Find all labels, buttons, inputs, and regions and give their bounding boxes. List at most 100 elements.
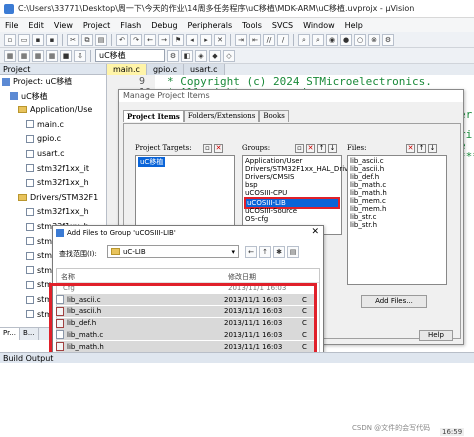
target-options-icon[interactable]: ⚙: [167, 49, 179, 62]
file-item[interactable]: lib_def.h: [350, 173, 379, 181]
cut-icon[interactable]: ✂: [67, 33, 79, 46]
group-item[interactable]: Drivers/CMSIS: [245, 173, 294, 181]
group-new-icon[interactable]: ▫: [295, 144, 304, 153]
files-list[interactable]: lib_ascii.c lib_ascii.h lib_def.h lib_ma…: [347, 155, 447, 285]
tab-books-dlg[interactable]: Books: [259, 110, 289, 122]
file-move-up-icon[interactable]: ↑: [417, 144, 426, 153]
tab-folders-extensions[interactable]: Folders/Extensions: [183, 110, 260, 122]
menu-flash[interactable]: Flash: [115, 21, 146, 30]
copy-icon[interactable]: ⧉: [81, 33, 93, 46]
back-icon[interactable]: ←: [245, 246, 257, 258]
find-icon[interactable]: ⌕: [312, 33, 324, 46]
menu-svcs[interactable]: SVCS: [267, 21, 298, 30]
tree-file[interactable]: usart.c: [26, 149, 65, 158]
open-file-icon[interactable]: ▭: [18, 33, 30, 46]
tab-gpio-c[interactable]: gpio.c: [146, 64, 185, 75]
unindent-icon[interactable]: ⇤: [249, 33, 261, 46]
tree-root[interactable]: Project: uC移植: [2, 76, 72, 87]
menu-view[interactable]: View: [49, 21, 78, 30]
run-time-env-icon[interactable]: ◇: [223, 49, 235, 62]
up-folder-icon[interactable]: ↑: [259, 246, 271, 258]
stop-build-icon[interactable]: ■: [60, 49, 72, 62]
tab-project-items[interactable]: Project Items: [123, 110, 184, 122]
group-move-down-icon[interactable]: ↓: [328, 144, 337, 153]
file-item[interactable]: lib_str.h: [350, 221, 377, 229]
group-item[interactable]: uCOSIII-Source: [245, 207, 297, 215]
file-item[interactable]: lib_mem.h: [350, 205, 386, 213]
group-item[interactable]: uCOSIII-CPU: [245, 189, 287, 197]
file-item[interactable]: lib_mem.c: [350, 197, 386, 205]
nav-forward-icon[interactable]: →: [158, 33, 170, 46]
comment-icon[interactable]: //: [263, 33, 275, 46]
target-item[interactable]: uC移植: [138, 157, 166, 167]
debug-session-icon[interactable]: ◉: [326, 33, 338, 46]
redo-icon[interactable]: ↷: [130, 33, 142, 46]
breakpoint-icon[interactable]: ●: [340, 33, 352, 46]
tab-books[interactable]: B...: [20, 328, 39, 340]
next-bookmark-icon[interactable]: ▸: [200, 33, 212, 46]
file-delete-icon[interactable]: ✕: [406, 144, 415, 153]
prev-bookmark-icon[interactable]: ◂: [186, 33, 198, 46]
chevron-down-icon[interactable]: ▾: [231, 248, 235, 256]
file-item[interactable]: lib_ascii.h: [350, 165, 384, 173]
tree-file[interactable]: stm32f1xx_it: [26, 164, 89, 173]
menu-tools[interactable]: Tools: [237, 21, 267, 30]
save-all-icon[interactable]: ▪: [46, 33, 58, 46]
file-item[interactable]: lib_str.c: [350, 213, 377, 221]
tree-file[interactable]: gpio.c: [26, 134, 61, 143]
view-menu-icon[interactable]: ▤: [287, 246, 299, 258]
tree-file[interactable]: main.c: [26, 120, 64, 129]
menu-debug[interactable]: Debug: [146, 21, 182, 30]
tab-main-c[interactable]: main.c: [107, 64, 147, 75]
undo-icon[interactable]: ↶: [116, 33, 128, 46]
menu-file[interactable]: File: [0, 21, 23, 30]
tree-folder[interactable]: Application/Use: [18, 105, 92, 114]
build-icon[interactable]: ▦: [18, 49, 30, 62]
group-item[interactable]: Application/User: [245, 157, 302, 165]
new-folder-icon[interactable]: ✱: [273, 246, 285, 258]
download-icon[interactable]: ⇩: [74, 49, 86, 62]
target-new-icon[interactable]: ▫: [203, 144, 212, 153]
nav-back-icon[interactable]: ←: [144, 33, 156, 46]
tree-file[interactable]: stm32f1xx_h: [26, 207, 89, 216]
file-item[interactable]: lib_ascii.c: [350, 157, 384, 165]
tab-project[interactable]: Pr...: [0, 328, 21, 340]
uncomment-icon[interactable]: /: [277, 33, 289, 46]
column-header-name[interactable]: 名称: [61, 272, 75, 282]
target-delete-icon[interactable]: ✕: [214, 144, 223, 153]
menu-edit[interactable]: Edit: [23, 21, 49, 30]
rebuild-icon[interactable]: ▦: [32, 49, 44, 62]
group-delete-icon[interactable]: ✕: [306, 144, 315, 153]
translate-icon[interactable]: ▦: [4, 49, 16, 62]
paste-icon[interactable]: ▤: [95, 33, 107, 46]
clear-bookmarks-icon[interactable]: ✕: [214, 33, 226, 46]
lookin-select[interactable]: uC-LIB ▾: [107, 245, 239, 258]
menu-peripherals[interactable]: Peripherals: [183, 21, 238, 30]
help-button[interactable]: Help: [419, 330, 453, 341]
menu-project[interactable]: Project: [78, 21, 115, 30]
new-file-icon[interactable]: ▫: [4, 33, 16, 46]
configure-icon[interactable]: ⚙: [382, 33, 394, 46]
manage-items-icon[interactable]: ◈: [195, 49, 207, 62]
target-select[interactable]: uC移植: [95, 49, 165, 62]
batch-build-icon[interactable]: ▦: [46, 49, 58, 62]
menu-window[interactable]: Window: [298, 21, 340, 30]
add-files-button[interactable]: Add Files...: [361, 295, 427, 308]
bookmark-icon[interactable]: ⚑: [172, 33, 184, 46]
menu-help[interactable]: Help: [340, 21, 368, 30]
tree-file[interactable]: stm32f1xx_h: [26, 178, 89, 187]
find-in-files-icon[interactable]: ⌕: [298, 33, 310, 46]
groups-list[interactable]: Application/User Drivers/STM32F1xx_HAL_D…: [242, 155, 355, 235]
tree-folder[interactable]: Drivers/STM32F1: [18, 193, 98, 202]
group-item[interactable]: bsp: [245, 181, 258, 189]
pack-installer-icon[interactable]: ◆: [209, 49, 221, 62]
file-item[interactable]: lib_math.c: [350, 181, 386, 189]
file-extensions-icon[interactable]: ◧: [181, 49, 193, 62]
group-item[interactable]: Drivers/STM32F1xx_HAL_Driver: [245, 165, 355, 173]
targets-list[interactable]: uC移植: [135, 155, 235, 235]
close-icon[interactable]: ✕: [311, 227, 319, 237]
kill-breakpoints-icon[interactable]: ⊗: [368, 33, 380, 46]
file-move-down-icon[interactable]: ↓: [428, 144, 437, 153]
save-icon[interactable]: ▪: [32, 33, 44, 46]
file-item[interactable]: lib_math.h: [350, 189, 387, 197]
